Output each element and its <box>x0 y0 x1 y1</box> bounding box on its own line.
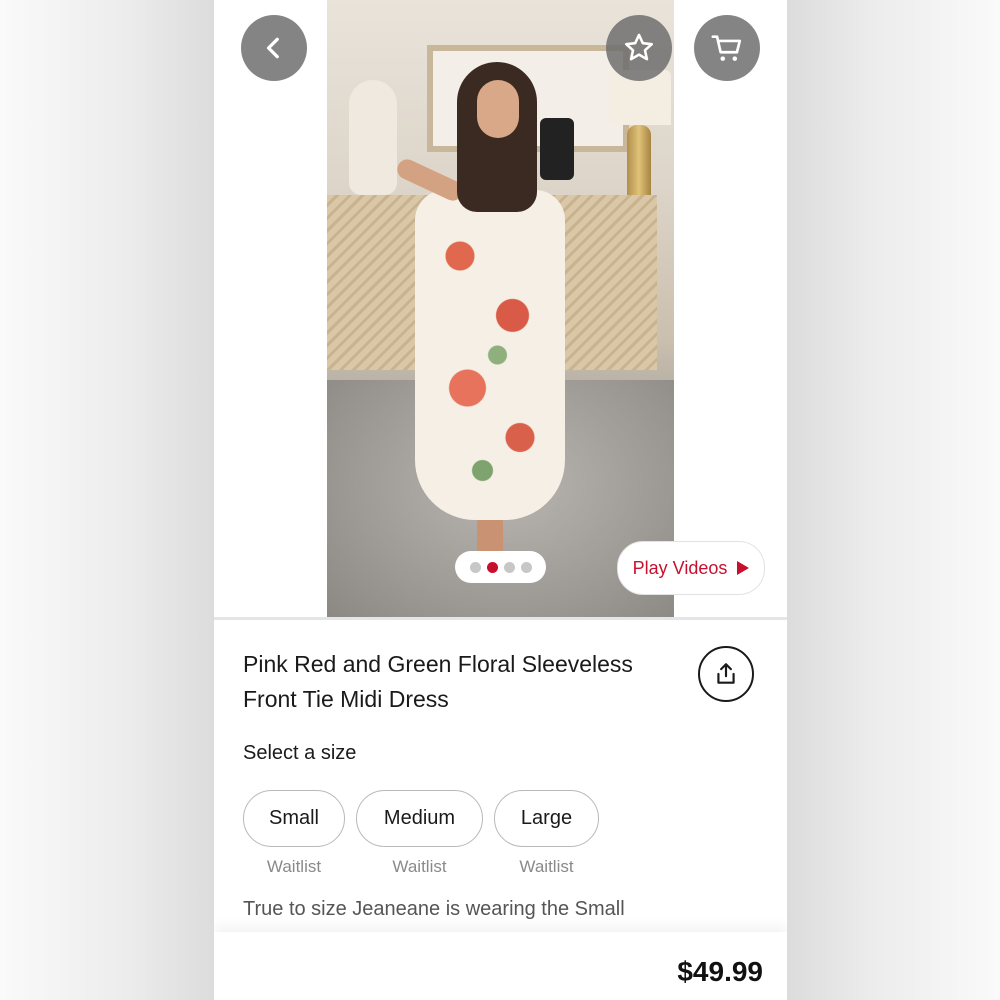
size-heading: Select a size <box>243 742 357 764</box>
play-videos-label: Play Videos <box>632 557 728 578</box>
back-button[interactable] <box>241 15 307 81</box>
size-label: Medium <box>383 807 456 829</box>
share-icon <box>717 663 735 684</box>
photo-face <box>477 80 519 138</box>
product-title: Pink Red and Green Floral Sleeveless Fro… <box>243 651 633 712</box>
favorite-button[interactable] <box>606 15 672 81</box>
product-page: Play Videos Pink Red and Green Floral Sl… <box>214 0 787 1000</box>
size-button-small[interactable]: Small <box>243 790 345 847</box>
photo-dress <box>415 190 565 520</box>
star-icon <box>624 33 654 61</box>
pagination-dot[interactable] <box>520 561 532 573</box>
pagination-dot-active[interactable] <box>486 561 498 573</box>
cart-button[interactable] <box>694 15 760 81</box>
divider <box>214 617 787 620</box>
play-icon <box>737 561 750 575</box>
product-gallery[interactable]: Play Videos <box>214 0 787 617</box>
size-status: Waitlist <box>519 857 574 876</box>
play-videos-button[interactable]: Play Videos <box>617 541 765 595</box>
size-option-small[interactable]: Small Waitlist <box>243 790 345 877</box>
photo-phone <box>540 118 574 180</box>
size-button-large[interactable]: Large <box>494 790 599 847</box>
pagination-dot[interactable] <box>469 561 481 573</box>
photo-vase <box>349 80 397 195</box>
cart-icon <box>711 35 742 61</box>
background-right <box>787 0 1000 1000</box>
pagination-dot[interactable] <box>503 561 515 573</box>
gallery-pagination <box>455 551 546 583</box>
size-option-medium[interactable]: Medium Waitlist <box>356 790 483 877</box>
product-price: $49.99 <box>677 956 763 987</box>
size-button-medium[interactable]: Medium <box>356 790 483 847</box>
product-description: True to size Jeaneane is wearing the Sma… <box>243 898 625 920</box>
size-status: Waitlist <box>266 857 322 876</box>
chevron-left-icon <box>266 37 279 59</box>
size-option-large[interactable]: Large Waitlist <box>494 790 599 877</box>
size-label: Small <box>268 807 319 829</box>
share-button[interactable] <box>698 646 754 702</box>
size-label: Large <box>520 807 573 829</box>
size-status: Waitlist <box>392 857 447 876</box>
background-left <box>0 0 214 1000</box>
product-photo[interactable] <box>327 0 674 617</box>
